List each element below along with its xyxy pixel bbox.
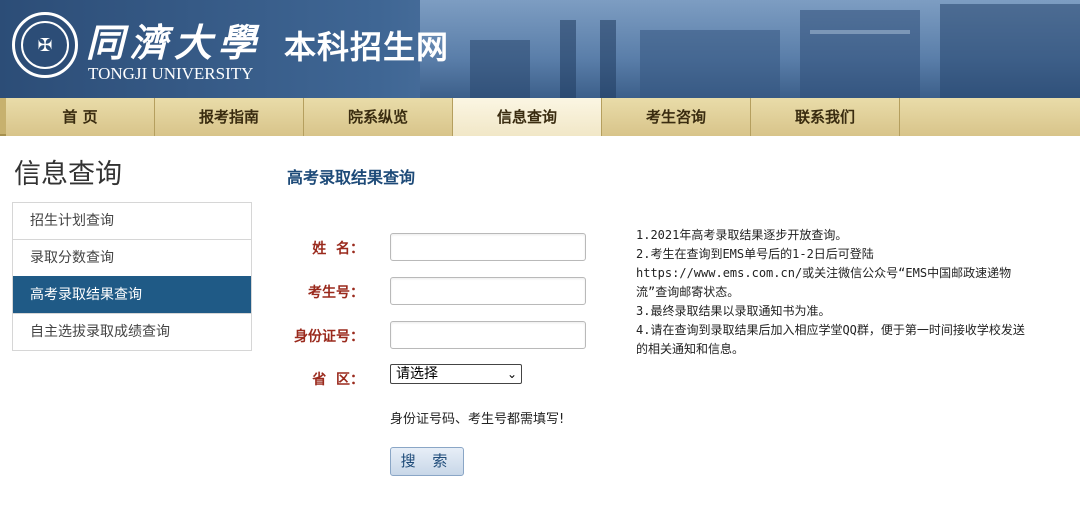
nav-item-home[interactable]: 首 页 (6, 98, 155, 136)
note-item: 1.2021年高考录取结果逐步开放查询。 (636, 228, 848, 242)
sidebar-item-admission-scores[interactable]: 录取分数查询 (13, 239, 251, 276)
sidebar-item-independent-selection[interactable]: 自主选拔录取成绩查询 (13, 313, 251, 350)
nav-item-departments[interactable]: 院系纵览 (304, 98, 453, 136)
search-button[interactable]: 搜 索 (390, 447, 464, 476)
main-nav: 首 页 报考指南 院系纵览 信息查询 考生咨询 联系我们 (0, 98, 1080, 136)
exam-number-input[interactable] (390, 277, 586, 305)
page-title: 高考录取结果查询 (287, 168, 416, 187)
university-seal-icon[interactable]: ✠ (12, 12, 78, 78)
notes-panel: 1.2021年高考录取结果逐步开放查询。 2.考生在查询到EMS单号后的1-2日… (636, 226, 1036, 359)
nav-item-info-query[interactable]: 信息查询 (453, 98, 602, 136)
nav-filler (900, 98, 1080, 136)
site-title: 本科招生网 (284, 28, 450, 66)
sidebar-title: 信息查询 (14, 159, 122, 190)
nav-item-application-guide[interactable]: 报考指南 (155, 98, 304, 136)
form-hint: 身份证号码、考生号都需填写! (390, 412, 565, 427)
name-label: 姓 名： (312, 241, 364, 257)
logo-chinese-name[interactable]: 同濟大學 (86, 12, 262, 67)
sidebar-item-enrollment-plan[interactable]: 招生计划查询 (13, 202, 251, 239)
province-select[interactable]: 请选择 ⌄ (390, 364, 522, 384)
id-number-label: 身份证号： (294, 329, 364, 345)
site-header: ✠ 同濟大學 TONGJI UNIVERSITY 本科招生网 (0, 0, 1080, 98)
name-input[interactable] (390, 233, 586, 261)
id-number-input[interactable] (390, 321, 586, 349)
nav-item-consultation[interactable]: 考生咨询 (602, 98, 751, 136)
nav-item-contact-us[interactable]: 联系我们 (751, 98, 900, 136)
exam-number-label: 考生号： (308, 285, 364, 301)
sidebar-menu: 招生计划查询 录取分数查询 高考录取结果查询 自主选拔录取成绩查询 (12, 202, 252, 351)
chevron-down-icon: ⌄ (506, 367, 517, 381)
logo-english-name[interactable]: TONGJI UNIVERSITY (88, 64, 253, 84)
province-label: 省 区： (312, 372, 364, 388)
note-item: 3.最终录取结果以录取通知书为准。 (636, 304, 831, 318)
note-item: 2.考生在查询到EMS单号后的1-2日后可登陆https://www.ems.c… (636, 247, 1012, 299)
sidebar-item-admission-results[interactable]: 高考录取结果查询 (13, 276, 251, 313)
province-select-value: 请选择 (396, 366, 438, 382)
note-item: 4.请在查询到录取结果后加入相应学堂QQ群，便于第一时间接收学校发送的相关通知和… (636, 323, 1025, 356)
